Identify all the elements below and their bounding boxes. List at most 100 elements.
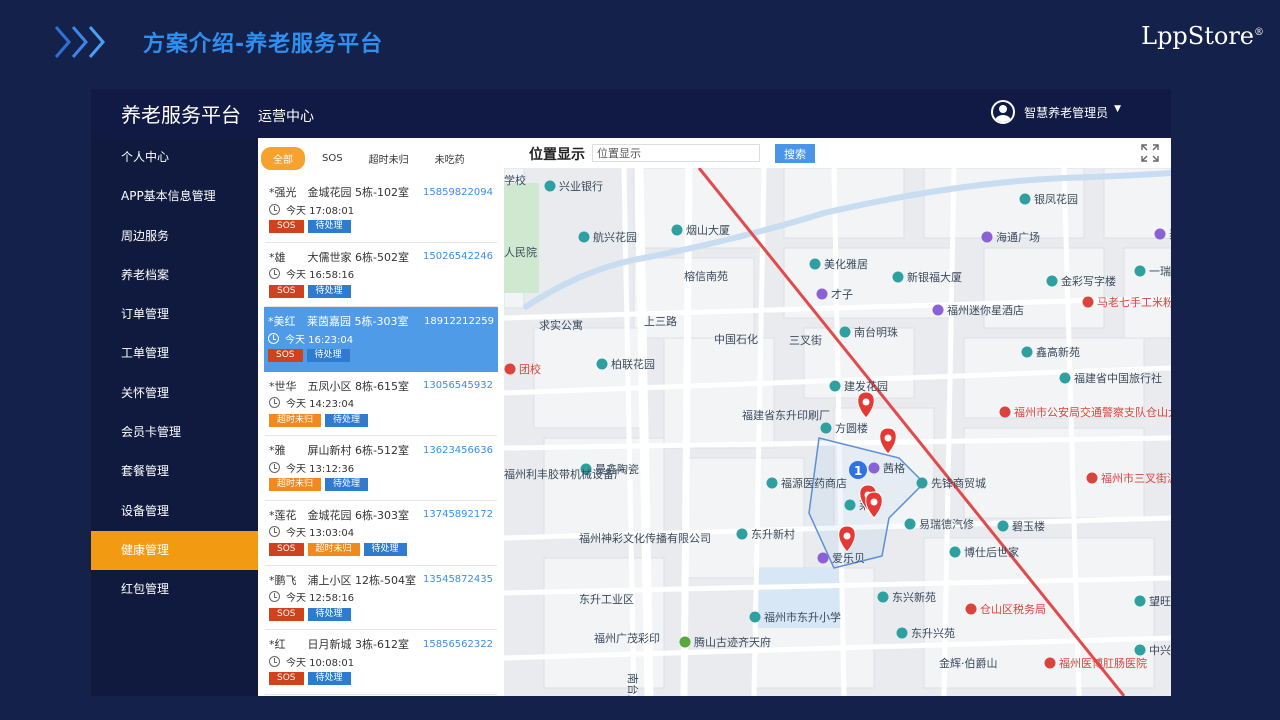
fullscreen-icon[interactable] [1141, 144, 1159, 162]
map-panel[interactable]: 江南名居银凤花园海通广场麦德龙一瑞租车兴业银行航兴花园烟山大厦榕信南苑美化雅居新… [504, 138, 1171, 696]
alert-item[interactable]: *世华 五凤小区 8栋-615室 13056545932 今天 14:23:04 超时未… [265, 372, 497, 437]
alert-item[interactable]: *莲花 金城花园 6栋-303室 13745892172 今天 13:03:04 SOS… [265, 501, 497, 566]
clock-icon [269, 203, 280, 215]
alert-item[interactable]: *鹏飞 浦上小区 12栋-504室 13545872435 今天 12:58:16 SO… [265, 566, 497, 631]
sidebar-item-packages[interactable]: 套餐管理 [91, 452, 258, 491]
alert-person-name: *红 [269, 638, 286, 652]
poi-label: 望旺楼 [1149, 594, 1171, 608]
clock-icon [269, 268, 280, 280]
alert-item[interactable]: *红 日月新城 3栋-612室 15856562322 今天 10:08:01 SOS 待… [265, 630, 497, 695]
status-badge: 待处理 [306, 349, 350, 363]
poi-label: 马老七手工米粉 [1097, 295, 1171, 309]
poi-label: 一瑞租车 [1149, 264, 1171, 278]
location-search-input[interactable] [592, 144, 760, 162]
poi-label: 福建省中国旅行社 [1074, 371, 1162, 385]
poi-label: 柏联花园 [611, 357, 655, 371]
alert-time: 今天 13:03:04 [286, 528, 355, 540]
sidebar-item-nearby-services[interactable]: 周边服务 [91, 217, 258, 256]
poi-label: 福州市三叉街派出所 [1101, 471, 1171, 485]
alert-filters: 全部 SOS 超时未归 未吃药 [258, 138, 504, 178]
alert-phone[interactable]: 18912212259 [424, 316, 494, 327]
filter-all[interactable]: 全部 [261, 146, 305, 170]
road-label: 南台路 [626, 673, 640, 696]
sidebar-item-red-packets[interactable]: 红包管理 [91, 570, 258, 609]
poi-label: 建发花园 [844, 379, 888, 393]
filter-sos[interactable]: SOS [313, 149, 352, 168]
poi-label: 福州神彩文化传播有限公司 [579, 531, 711, 545]
sidebar-item-elderly-records[interactable]: 养老档案 [91, 256, 258, 295]
poi-label: 先锋商贸城 [931, 476, 986, 490]
brand-logo: LppStore® [1141, 22, 1264, 50]
poi-label: 东升兴苑 [911, 627, 955, 640]
poi-label: 中兴商 [1149, 643, 1171, 657]
map-label: 位置显示 [529, 147, 585, 163]
clock-icon [268, 332, 279, 344]
search-button[interactable]: 搜索 [775, 144, 815, 163]
poi-label: 三叉街 [789, 333, 822, 347]
poi-icon [1019, 193, 1031, 205]
status-badge: 超时未归 [307, 542, 360, 556]
poi-label: 东升工业区 [579, 593, 634, 606]
alert-phone[interactable]: 13056545932 [423, 380, 493, 391]
alert-phone[interactable]: 13623456636 [423, 445, 493, 456]
poi-label: 求实公寓 [539, 318, 583, 332]
filter-missed-medicine[interactable]: 未吃药 [426, 147, 474, 170]
sidebar-item-orders[interactable]: 订单管理 [91, 295, 258, 334]
sidebar-item-personal-center[interactable]: 个人中心 [91, 138, 258, 177]
poi-label: 福州利丰胶带机械设备厂 [504, 467, 625, 481]
poi-label: 上三路 [644, 315, 677, 328]
poi-icon [1082, 296, 1094, 308]
sidebar-item-devices[interactable]: 设备管理 [91, 492, 258, 531]
poi-icon [749, 611, 761, 623]
poi-icon [679, 636, 691, 648]
status-badge: 待处理 [325, 478, 369, 492]
filter-overdue[interactable]: 超时未归 [360, 147, 418, 170]
alert-time: 今天 10:08:01 [286, 657, 355, 669]
poi-icon [671, 224, 683, 236]
poi-icon [949, 546, 961, 558]
poi-icon [817, 552, 829, 564]
poi-label: 中国石化 [714, 332, 758, 346]
poi-label: 麦德龙 [1169, 227, 1171, 241]
map-toolbar: 位置显示 搜索 [504, 138, 1171, 168]
app-window: 养老服务平台 运营中心 智慧养老管理员 ▼ 个人中心 APP基本信息管理 周边服… [91, 89, 1171, 696]
alert-phone[interactable]: 15026542246 [423, 251, 493, 262]
poi-label: 福源医药商店 [781, 476, 847, 490]
poi-icon [1021, 346, 1033, 358]
poi-label: 福州广茂彩印 [594, 631, 660, 645]
poi-label: 烟山大厦 [686, 223, 730, 237]
poi-icon [839, 326, 851, 338]
map-canvas[interactable]: 江南名居银凤花园海通广场麦德龙一瑞租车兴业银行航兴花园烟山大厦榕信南苑美化雅居新… [504, 138, 1171, 696]
sidebar-item-health[interactable]: 健康管理 [91, 530, 258, 571]
poi-label: 榕信南苑 [684, 269, 728, 283]
poi-label: 福建省东升印刷厂 [742, 408, 830, 422]
slide-title: 方案介绍-养老服务平台 [143, 32, 384, 57]
poi-label: 茜格 [883, 461, 905, 475]
chevron-decoration-icon [54, 26, 105, 58]
sidebar-item-member-cards[interactable]: 会员卡管理 [91, 413, 258, 452]
map-block [783, 167, 905, 239]
poi-icon [578, 231, 590, 243]
poi-label: 团校 [519, 362, 541, 376]
alert-time: 今天 12:58:16 [286, 593, 355, 605]
poi-label: 新银福大厦 [907, 270, 962, 284]
alert-phone[interactable]: 13545872435 [423, 574, 493, 585]
poi-label: 爱乐贝 [832, 552, 865, 565]
alert-person-name: *美红 [268, 315, 296, 329]
poi-icon [981, 231, 993, 243]
alert-phone[interactable]: 15856562322 [423, 639, 493, 650]
alert-item[interactable]: *美红 莱茵嘉园 5栋-303室 18912212259 今天 16:23:04 SOS… [264, 307, 498, 372]
poi-icon [868, 462, 880, 474]
alert-item[interactable]: *强光 金城花园 5栋-102室 15859822094 今天 17:08:01 SOS… [265, 178, 497, 243]
sidebar-item-care[interactable]: 关怀管理 [91, 374, 258, 413]
poi-label: 碧玉楼 [1012, 519, 1045, 533]
alert-item[interactable]: *雅 屏山新村 6栋-512室 13623456636 今天 13:12:36 超时未归… [265, 436, 497, 501]
user-menu[interactable]: 智慧养老管理员 ▼ [991, 100, 1121, 124]
sidebar-item-app-info[interactable]: APP基本信息管理 [91, 177, 258, 216]
alert-item[interactable]: *雄 大儒世家 6栋-502室 15026542246 今天 16:58:16 SOS 待… [265, 243, 497, 308]
caret-down-icon: ▼ [1114, 104, 1121, 114]
alert-phone[interactable]: 15859822094 [423, 187, 493, 198]
poi-icon [829, 380, 841, 392]
alert-phone[interactable]: 13745892172 [423, 509, 493, 520]
sidebar-item-work-orders[interactable]: 工单管理 [91, 334, 258, 373]
